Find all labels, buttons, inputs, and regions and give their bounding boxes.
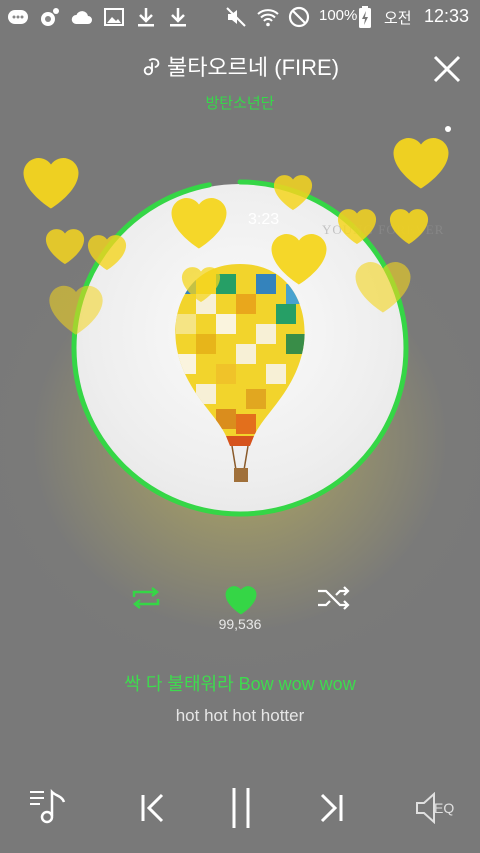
- elapsed-time: 3:23: [248, 211, 280, 228]
- like-heart-icon[interactable]: [222, 582, 260, 616]
- download-icon: [138, 8, 154, 27]
- clock-time: 12:33: [424, 6, 470, 26]
- music-app-icon: [41, 8, 59, 26]
- close-icon[interactable]: [432, 54, 462, 84]
- playlist-icon[interactable]: [28, 788, 68, 826]
- sparkle-dot: [445, 126, 451, 132]
- battery-percent: 100%: [319, 7, 358, 24]
- lyric-next-line[interactable]: hot hot hot hotter: [0, 706, 480, 726]
- download-icon: [170, 8, 186, 27]
- previous-track-icon[interactable]: [138, 792, 168, 824]
- eq-label: EQ: [434, 800, 455, 816]
- no-disturb-icon: [288, 6, 310, 28]
- next-track-icon[interactable]: [316, 792, 346, 824]
- lyric-current-line[interactable]: 싹 다 불태워라 Bow wow wow: [0, 670, 480, 696]
- battery-charging-icon: [359, 6, 371, 28]
- wifi-icon: [257, 9, 279, 27]
- status-bar: 100% 오전 12:33: [0, 0, 480, 34]
- song-title: 불타오르네 (FIRE): [166, 55, 340, 80]
- pause-icon[interactable]: [228, 786, 254, 830]
- song-title-row: 불타오르네 (FIRE): [0, 50, 480, 82]
- album-watermark: YOUNG FOREVER: [322, 222, 445, 237]
- speaker-icon: [416, 792, 435, 824]
- artist-name[interactable]: 방탄소년단: [0, 92, 480, 113]
- gallery-icon: [104, 8, 124, 26]
- shuffle-icon[interactable]: [316, 585, 352, 611]
- chat-icon: [8, 10, 28, 24]
- like-count: 99,536: [218, 616, 262, 632]
- cloud-icon: [71, 11, 92, 24]
- ampm-label: 오전: [384, 10, 412, 27]
- equalizer-button[interactable]: EQ: [414, 792, 458, 824]
- mute-icon: [226, 7, 246, 27]
- repeat-icon[interactable]: [128, 585, 164, 611]
- music-note-icon: [143, 58, 160, 76]
